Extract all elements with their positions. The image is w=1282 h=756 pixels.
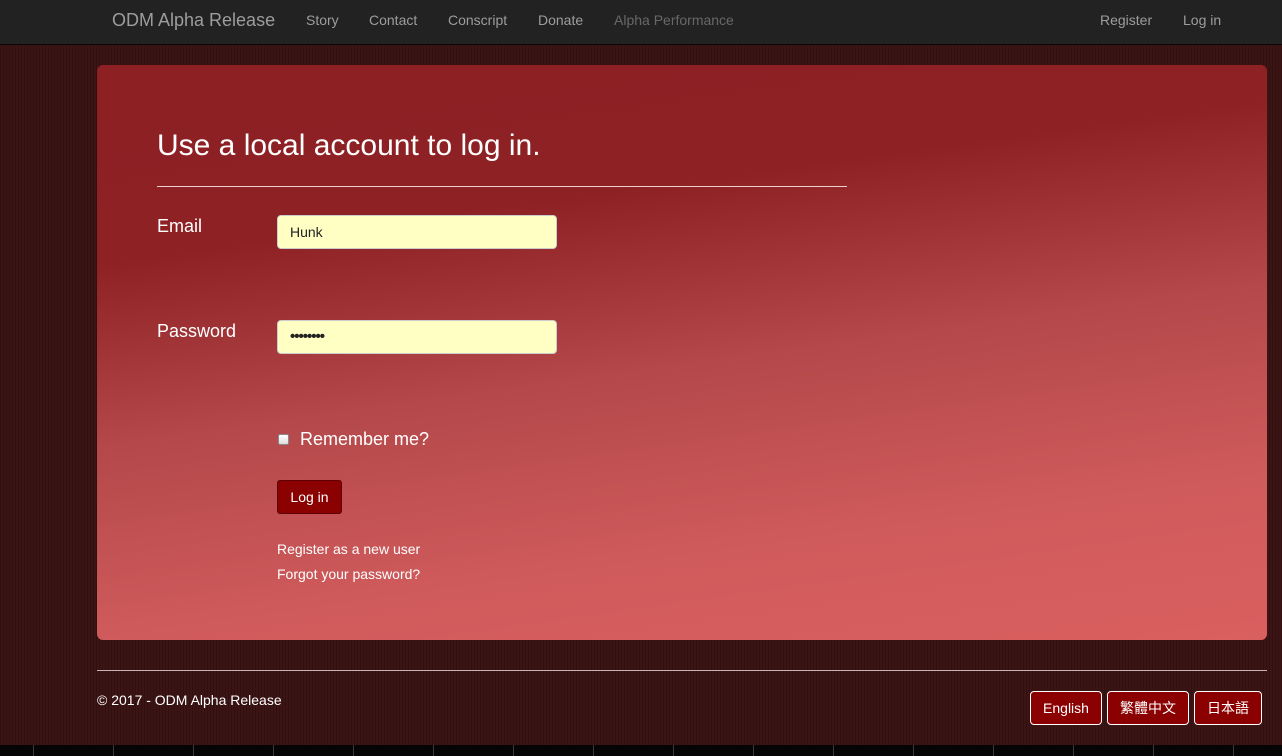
strip-tick: [33, 745, 34, 756]
nav-story[interactable]: Story: [306, 0, 339, 40]
heading-divider: [157, 186, 847, 187]
remember-me-checkbox[interactable]: [278, 434, 289, 445]
strip-tick: [1073, 745, 1074, 756]
log-in-button[interactable]: Log in: [277, 480, 342, 514]
brand-link[interactable]: ODM Alpha Release: [112, 0, 275, 40]
email-label: Email: [157, 216, 203, 236]
strip-tick: [353, 745, 354, 756]
language-japanese-button[interactable]: 日本語: [1194, 691, 1262, 725]
password-field[interactable]: ••••••••: [277, 320, 557, 354]
nav-conscript[interactable]: Conscript: [448, 0, 507, 40]
nav-register[interactable]: Register: [1100, 0, 1152, 40]
nav-contact[interactable]: Contact: [369, 0, 417, 40]
strip-tick: [433, 745, 434, 756]
email-field[interactable]: Hunk: [277, 215, 557, 249]
footer-divider: [97, 670, 1267, 671]
remember-me-label[interactable]: Remember me?: [300, 429, 429, 450]
strip-tick: [513, 745, 514, 756]
strip-tick: [833, 745, 834, 756]
forgot-password-link[interactable]: Forgot your password?: [277, 566, 420, 582]
strip-tick: [593, 745, 594, 756]
register-new-user-link[interactable]: Register as a new user: [277, 541, 420, 557]
strip-tick: [1233, 745, 1234, 756]
language-traditional-chinese-button[interactable]: 繁體中文: [1107, 691, 1189, 725]
nav-alpha-performance[interactable]: Alpha Performance: [614, 0, 734, 40]
top-navbar: ODM Alpha Release Story Contact Conscrip…: [0, 0, 1282, 45]
password-label: Password: [157, 321, 237, 341]
strip-tick: [673, 745, 674, 756]
strip-tick: [273, 745, 274, 756]
footer-copyright: © 2017 - ODM Alpha Release: [97, 692, 282, 708]
nav-donate[interactable]: Donate: [538, 0, 583, 40]
login-panel: Use a local account to log in. Email Hun…: [97, 65, 1267, 640]
strip-tick: [913, 745, 914, 756]
page-title: Use a local account to log in.: [157, 129, 541, 162]
strip-tick: [1153, 745, 1154, 756]
strip-tick: [753, 745, 754, 756]
language-english-button[interactable]: English: [1030, 691, 1102, 725]
strip-tick: [113, 745, 114, 756]
strip-tick: [193, 745, 194, 756]
nav-log-in[interactable]: Log in: [1183, 0, 1221, 40]
strip-tick: [993, 745, 994, 756]
